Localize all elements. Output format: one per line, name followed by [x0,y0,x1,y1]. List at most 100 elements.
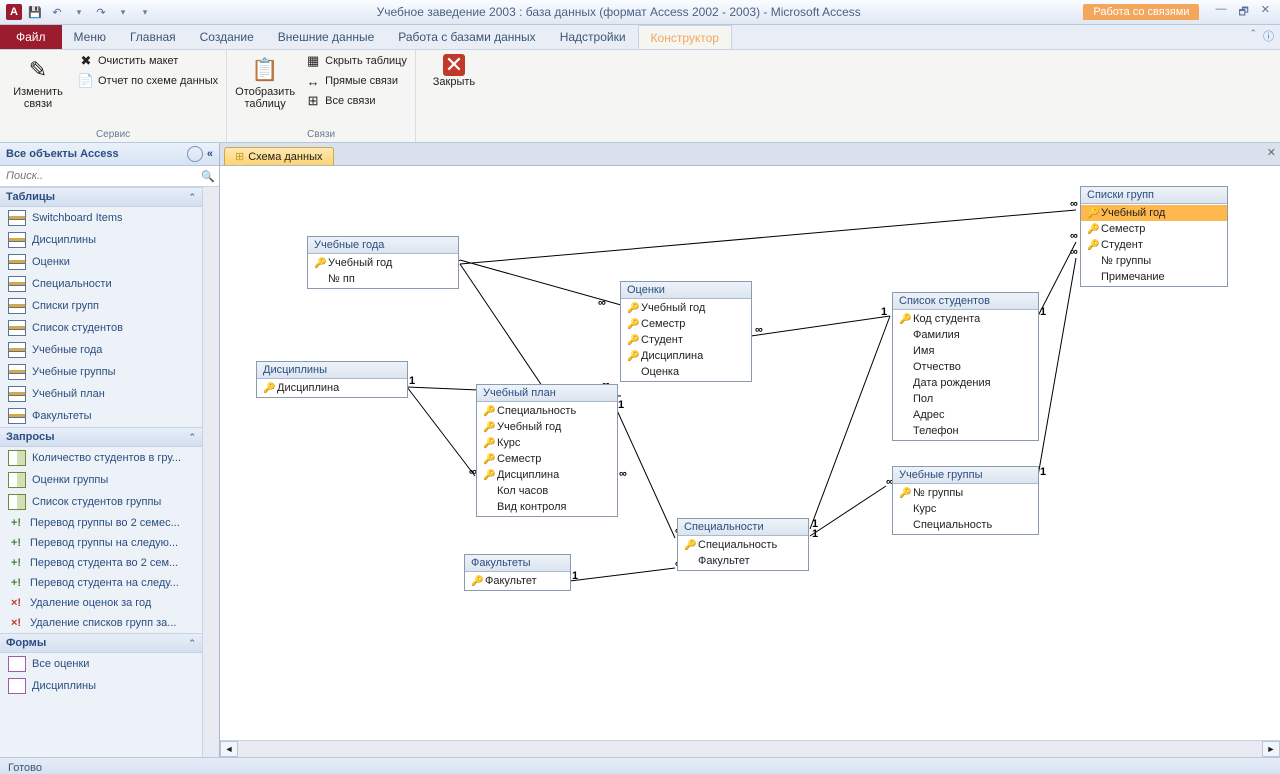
nav-query-item[interactable]: +!Перевод группы во 2 семес... [0,513,202,533]
table-field[interactable]: Примечание [1081,269,1227,285]
hide-table-button[interactable]: ▦Скрыть таблицу [303,52,409,70]
nav-table-item[interactable]: Учебный план [0,383,202,405]
direct-relations-button[interactable]: ↔Прямые связи [303,72,409,90]
table-field[interactable]: Курс [893,501,1038,517]
table-spisok-studentov[interactable]: Список студентов🔑Код студентаФамилияИмяО… [892,292,1039,441]
table-field[interactable]: 🔑Учебный год [477,419,617,435]
close-button[interactable]: ✕ Закрыть [422,52,486,90]
table-field[interactable]: № пп [308,271,458,287]
relations-canvas[interactable]: 1 ∞ ∞ ∞ 1 ∞ ∞ 1 ∞ ∞ ∞ 1 1 1 ∞ 1 ∞ 1 ∞ 1 [220,166,1280,740]
nav-form-item[interactable]: Все оценки [0,653,202,675]
table-field[interactable]: 🔑Семестр [621,316,751,332]
nav-table-item[interactable]: Учебные года [0,339,202,361]
cat-forms[interactable]: Формы⌃ [0,633,202,653]
doc-tab-schema[interactable]: ⊞ Схема данных [224,147,334,165]
table-uchebnye-goda[interactable]: Учебные года🔑Учебный год№ пп [307,236,459,289]
tab-menu[interactable]: Меню [62,25,118,49]
tab-design[interactable]: Конструктор [638,25,732,49]
ribbon-minimize-icon[interactable]: ⌃ [1249,28,1257,44]
table-field[interactable]: 🔑Специальность [477,403,617,419]
nav-query-item[interactable]: Количество студентов в гру... [0,447,202,469]
cat-tables[interactable]: Таблицы⌃ [0,187,202,207]
tab-dbtools[interactable]: Работа с базами данных [386,25,547,49]
tab-addins[interactable]: Надстройки [548,25,638,49]
table-fakultety[interactable]: Факультеты🔑Факультет [464,554,571,591]
table-field[interactable]: Специальность [893,517,1038,533]
nav-table-item[interactable]: Специальности [0,273,202,295]
cat-queries[interactable]: Запросы⌃ [0,427,202,447]
table-field[interactable]: 🔑Семестр [477,451,617,467]
nav-table-item[interactable]: Учебные группы [0,361,202,383]
doc-close-icon[interactable]: ✕ [1267,146,1276,159]
table-header[interactable]: Оценки [621,282,751,299]
nav-query-item[interactable]: +!Перевод студента во 2 сем... [0,553,202,573]
nav-query-item[interactable]: +!Перевод группы на следую... [0,533,202,553]
nav-query-item[interactable]: Оценки группы [0,469,202,491]
horizontal-scrollbar[interactable]: ◄ ► [220,740,1280,757]
table-spiski-grupp[interactable]: Списки групп🔑Учебный год🔑Семестр🔑Студент… [1080,186,1228,287]
undo-icon[interactable]: ↶ [48,3,66,21]
table-uchebnye-gruppy[interactable]: Учебные группы🔑№ группыКурсСпециальность [892,466,1039,535]
nav-table-item[interactable]: Факультеты [0,405,202,427]
nav-table-item[interactable]: Switchboard Items [0,207,202,229]
scroll-left-icon[interactable]: ◄ [220,741,238,757]
table-field[interactable]: 🔑№ группы [893,485,1038,501]
redo-dropdown-icon[interactable]: ▾ [114,3,132,21]
table-field[interactable]: Фамилия [893,327,1038,343]
table-header[interactable]: Учебные группы [893,467,1038,484]
nav-table-item[interactable]: Оценки [0,251,202,273]
table-field[interactable]: Дата рождения [893,375,1038,391]
table-field[interactable]: 🔑Учебный год [308,255,458,271]
table-field[interactable]: № группы [1081,253,1227,269]
table-header[interactable]: Список студентов [893,293,1038,310]
clear-layout-button[interactable]: ✖Очистить макет [76,52,220,70]
table-field[interactable]: 🔑Дисциплина [621,348,751,364]
file-tab[interactable]: Файл [0,25,62,49]
table-field[interactable]: 🔑Дисциплина [257,380,407,396]
tab-home[interactable]: Главная [118,25,188,49]
nav-table-item[interactable]: Список студентов [0,317,202,339]
table-field[interactable]: Пол [893,391,1038,407]
table-field[interactable]: Вид контроля [477,499,617,515]
nav-table-item[interactable]: Дисциплины [0,229,202,251]
table-header[interactable]: Учебные года [308,237,458,254]
nav-query-item[interactable]: ×!Удаление оценок за год [0,593,202,613]
nav-collapse-icon[interactable]: « [207,148,213,160]
help-icon[interactable]: ⓘ [1263,28,1274,44]
close-icon[interactable]: ✕ [1261,3,1270,22]
tab-create[interactable]: Создание [188,25,266,49]
table-field[interactable]: 🔑Студент [1081,237,1227,253]
table-field[interactable]: Адрес [893,407,1038,423]
nav-scrollbar[interactable] [202,187,219,757]
all-relations-button[interactable]: ⊞Все связи [303,92,409,110]
redo-icon[interactable]: ↷ [92,3,110,21]
table-field[interactable]: 🔑Код студента [893,311,1038,327]
table-field[interactable]: 🔑Семестр [1081,221,1227,237]
minimize-icon[interactable]: — [1215,3,1226,22]
table-field[interactable]: Телефон [893,423,1038,439]
restore-icon[interactable]: 🗗 [1238,3,1248,22]
table-specialnosti[interactable]: Специальности🔑СпециальностьФакультет [677,518,809,571]
table-field[interactable]: Кол часов [477,483,617,499]
table-field[interactable]: 🔑Курс [477,435,617,451]
table-field[interactable]: 🔑Студент [621,332,751,348]
table-field[interactable]: Оценка [621,364,751,380]
nav-table-item[interactable]: Списки групп [0,295,202,317]
table-field[interactable]: 🔑Специальность [678,537,808,553]
table-header[interactable]: Специальности [678,519,808,536]
edit-relations-button[interactable]: ✎ Изменить связи [6,52,70,112]
table-header[interactable]: Списки групп [1081,187,1227,204]
undo-dropdown-icon[interactable]: ▾ [70,3,88,21]
table-field[interactable]: Отчество [893,359,1038,375]
table-uchebny-plan[interactable]: Учебный план🔑Специальность🔑Учебный год🔑К… [476,384,618,517]
table-field[interactable]: 🔑Дисциплина [477,467,617,483]
table-header[interactable]: Факультеты [465,555,570,572]
table-field[interactable]: Имя [893,343,1038,359]
table-discipliny[interactable]: Дисциплины🔑Дисциплина [256,361,408,398]
table-header[interactable]: Дисциплины [257,362,407,379]
scroll-right-icon[interactable]: ► [1262,741,1280,757]
nav-query-item[interactable]: +!Перевод студента на следу... [0,573,202,593]
relation-report-button[interactable]: 📄Отчет по схеме данных [76,72,220,90]
table-header[interactable]: Учебный план [477,385,617,402]
nav-query-item[interactable]: Список студентов группы [0,491,202,513]
